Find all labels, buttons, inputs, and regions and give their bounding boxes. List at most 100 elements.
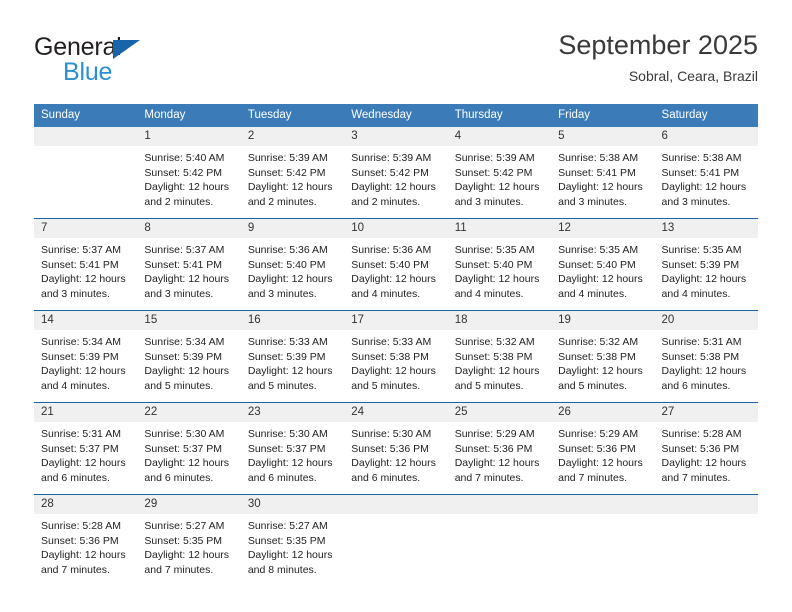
- weekday-header-thursday: Thursday: [454, 109, 503, 121]
- weekday-header-tuesday: Tuesday: [247, 109, 292, 121]
- day-cell-14[interactable]: 14 Sunrise: 5:34 AM Sunset: 5:39 PM Dayligh…: [34, 311, 138, 402]
- day-detail-line: and 8 minutes.: [247, 563, 317, 576]
- day-cell-15[interactable]: 15 Sunrise: 5:34 AM Sunset: 5:39 PM Dayligh…: [137, 311, 241, 402]
- day-detail-line: Sunset: 5:41 PM: [661, 166, 740, 179]
- calendar-week-row: 7 Sunrise: 5:37 AM Sunset: 5:41 PM Daylight…: [34, 218, 758, 310]
- day-cell-20[interactable]: 20 Sunrise: 5:31 AM Sunset: 5:38 PM Dayligh…: [654, 311, 758, 402]
- day-detail-line: Daylight: 12 hours: [558, 273, 643, 285]
- day-details: Sunrise: 5:38 AM Sunset: 5:41 PM Daylight:…: [551, 146, 654, 218]
- day-cell-23[interactable]: 23 Sunrise: 5:30 AM Sunset: 5:37 PM Dayligh…: [240, 403, 345, 494]
- day-cell-18[interactable]: 18 Sunrise: 5:32 AM Sunset: 5:38 PM Dayligh…: [447, 311, 552, 402]
- day-detail-line: and 2 minutes.: [351, 195, 421, 208]
- day-number: 20: [654, 311, 758, 330]
- day-detail-line: Daylight: 12 hours: [144, 549, 230, 561]
- day-cell-16[interactable]: 16 Sunrise: 5:33 AM Sunset: 5:39 PM Dayligh…: [240, 311, 345, 402]
- day-cell-6[interactable]: 6 Sunrise: 5:38 AM Sunset: 5:41 PM Daylight…: [654, 127, 758, 218]
- day-number: 27: [654, 403, 758, 422]
- weekday-header-wednesday: Wednesday: [351, 109, 412, 121]
- calendar-week-row: 1 Sunrise: 5:40 AM Sunset: 5:42 PM Daylight…: [34, 127, 758, 218]
- day-cell-22[interactable]: 22 Sunrise: 5:30 AM Sunset: 5:37 PM Dayligh…: [137, 403, 241, 494]
- day-detail-line: Sunrise: 5:27 AM: [144, 520, 225, 532]
- brand-name-top-text: General: [34, 33, 122, 61]
- day-cell-12[interactable]: 12 Sunrise: 5:35 AM Sunset: 5:40 PM Dayligh…: [551, 219, 655, 310]
- day-number: 11: [447, 219, 552, 238]
- day-details: Sunrise: 5:37 AM Sunset: 5:41 PM Daylight:…: [137, 238, 240, 310]
- day-cell-10[interactable]: 10 Sunrise: 5:36 AM Sunset: 5:40 PM Dayligh…: [344, 219, 448, 310]
- day-detail-line: and 4 minutes.: [41, 379, 110, 392]
- day-number: 6: [654, 127, 758, 146]
- day-number: 4: [447, 127, 552, 146]
- day-detail-line: Daylight: 12 hours: [144, 365, 230, 377]
- day-details: Sunrise: 5:27 AM Sunset: 5:35 PM Daylight:…: [137, 514, 240, 586]
- day-detail-line: Sunset: 5:40 PM: [454, 258, 533, 271]
- day-detail-line: Sunset: 5:37 PM: [144, 442, 223, 455]
- day-detail-line: and 3 minutes.: [454, 195, 524, 208]
- day-detail-line: and 6 minutes.: [144, 471, 214, 484]
- day-detail-line: Sunset: 5:36 PM: [454, 442, 533, 455]
- brand-logo[interactable]: General Blue: [34, 34, 234, 86]
- day-detail-line: Sunrise: 5:35 AM: [454, 244, 535, 256]
- day-cell-24[interactable]: 24 Sunrise: 5:30 AM Sunset: 5:36 PM Dayligh…: [344, 403, 448, 494]
- day-detail-line: Sunrise: 5:37 AM: [144, 244, 225, 256]
- day-details: Sunrise: 5:31 AM Sunset: 5:37 PM Daylight:…: [34, 422, 137, 494]
- day-detail-line: Sunset: 5:35 PM: [144, 534, 223, 547]
- day-number: 18: [447, 311, 552, 330]
- day-details: Sunrise: 5:34 AM Sunset: 5:39 PM Daylight:…: [137, 330, 240, 402]
- day-cell-2[interactable]: 2 Sunrise: 5:39 AM Sunset: 5:42 PM Daylight…: [240, 127, 345, 218]
- day-detail-line: Sunrise: 5:31 AM: [661, 336, 742, 348]
- day-cell-21[interactable]: 21 Sunrise: 5:31 AM Sunset: 5:37 PM Dayligh…: [34, 403, 138, 494]
- day-cell-empty: [447, 495, 552, 586]
- day-cell-28[interactable]: 28 Sunrise: 5:28 AM Sunset: 5:36 PM Dayligh…: [34, 495, 138, 586]
- day-cell-26[interactable]: 26 Sunrise: 5:29 AM Sunset: 5:36 PM Dayligh…: [551, 403, 655, 494]
- day-number: [551, 495, 655, 514]
- day-cell-4[interactable]: 4 Sunrise: 5:39 AM Sunset: 5:42 PM Daylight…: [447, 127, 552, 218]
- day-cell-30[interactable]: 30 Sunrise: 5:27 AM Sunset: 5:35 PM Dayligh…: [240, 495, 345, 586]
- day-details: Sunrise: 5:32 AM Sunset: 5:38 PM Daylight:…: [448, 330, 551, 402]
- day-detail-line: and 4 minutes.: [351, 287, 421, 300]
- day-number: 23: [240, 403, 345, 422]
- calendar-week-row: 28 Sunrise: 5:28 AM Sunset: 5:36 PM Dayligh…: [34, 494, 758, 586]
- day-number: 15: [137, 311, 241, 330]
- day-number: 14: [34, 311, 138, 330]
- day-cell-25[interactable]: 25 Sunrise: 5:29 AM Sunset: 5:36 PM Dayligh…: [447, 403, 552, 494]
- page-title: September 2025: [558, 30, 758, 60]
- day-cell-19[interactable]: 19 Sunrise: 5:32 AM Sunset: 5:38 PM Dayligh…: [551, 311, 655, 402]
- day-detail-line: Daylight: 12 hours: [351, 365, 436, 377]
- day-detail-line: Sunset: 5:38 PM: [661, 350, 740, 363]
- day-cell-11[interactable]: 11 Sunrise: 5:35 AM Sunset: 5:40 PM Dayligh…: [447, 219, 552, 310]
- weekday-header-friday: Friday: [558, 109, 591, 121]
- day-detail-line: Sunset: 5:36 PM: [351, 442, 429, 455]
- day-cell-29[interactable]: 29 Sunrise: 5:27 AM Sunset: 5:35 PM Dayligh…: [137, 495, 241, 586]
- day-detail-line: Sunrise: 5:38 AM: [558, 152, 639, 164]
- day-detail-line: Sunset: 5:37 PM: [247, 442, 326, 455]
- day-cell-27[interactable]: 27 Sunrise: 5:28 AM Sunset: 5:36 PM Dayligh…: [654, 403, 758, 494]
- day-detail-line: Sunrise: 5:28 AM: [661, 428, 742, 440]
- day-cell-17[interactable]: 17 Sunrise: 5:33 AM Sunset: 5:38 PM Dayligh…: [344, 311, 448, 402]
- day-number: 5: [551, 127, 655, 146]
- calendar-page: General Blue September 2025 Sobral, Cear…: [0, 0, 792, 612]
- day-cell-8[interactable]: 8 Sunrise: 5:37 AM Sunset: 5:41 PM Daylight…: [137, 219, 241, 310]
- day-cell-5[interactable]: 5 Sunrise: 5:38 AM Sunset: 5:41 PM Daylight…: [551, 127, 655, 218]
- day-cell-9[interactable]: 9 Sunrise: 5:36 AM Sunset: 5:40 PM Daylight…: [240, 219, 345, 310]
- day-number: 9: [240, 219, 345, 238]
- day-details: Sunrise: 5:35 AM Sunset: 5:40 PM Daylight:…: [448, 238, 551, 310]
- day-cell-7[interactable]: 7 Sunrise: 5:37 AM Sunset: 5:41 PM Daylight…: [34, 219, 138, 310]
- day-detail-line: and 5 minutes.: [454, 379, 524, 392]
- day-detail-line: Sunset: 5:37 PM: [41, 442, 119, 455]
- day-details: Sunrise: 5:36 AM Sunset: 5:40 PM Daylight:…: [241, 238, 344, 310]
- day-cell-1[interactable]: 1 Sunrise: 5:40 AM Sunset: 5:42 PM Daylight…: [137, 127, 241, 218]
- day-cell-13[interactable]: 13 Sunrise: 5:35 AM Sunset: 5:39 PM Dayligh…: [654, 219, 758, 310]
- day-detail-line: Daylight: 12 hours: [247, 457, 333, 469]
- day-detail-line: and 3 minutes.: [41, 287, 110, 300]
- day-cell-3[interactable]: 3 Sunrise: 5:39 AM Sunset: 5:42 PM Daylight…: [344, 127, 448, 218]
- day-number: 7: [34, 219, 138, 238]
- day-details: Sunrise: 5:33 AM Sunset: 5:38 PM Daylight:…: [344, 330, 447, 402]
- day-detail-line: and 7 minutes.: [41, 563, 110, 576]
- day-details: Sunrise: 5:35 AM Sunset: 5:40 PM Daylight:…: [551, 238, 654, 310]
- day-detail-line: Daylight: 12 hours: [661, 273, 747, 285]
- brand-name-bottom: Blue: [63, 58, 113, 86]
- day-detail-line: Daylight: 12 hours: [661, 365, 747, 377]
- day-detail-line: Daylight: 12 hours: [144, 273, 230, 285]
- day-details: Sunrise: 5:33 AM Sunset: 5:39 PM Daylight:…: [241, 330, 344, 402]
- day-number: [344, 495, 448, 514]
